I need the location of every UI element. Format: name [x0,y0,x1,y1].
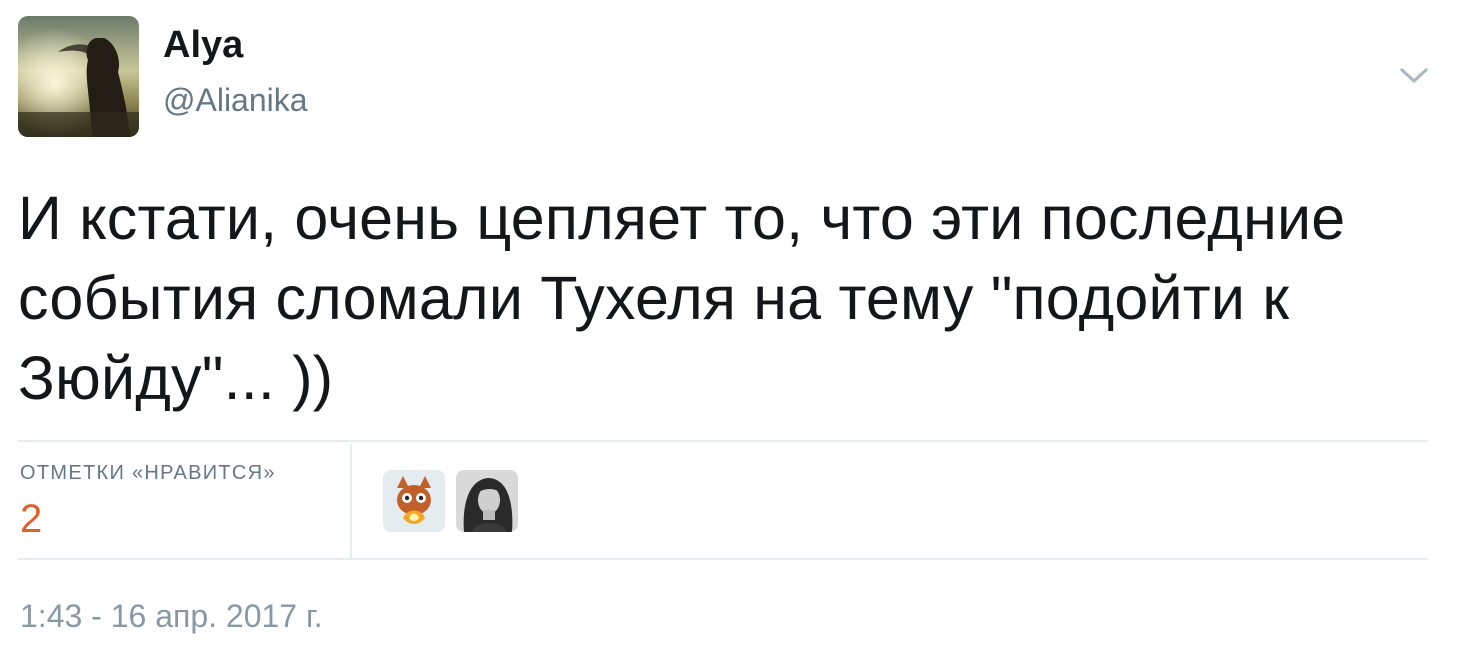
likes-count: 2 [20,497,43,541]
user-name[interactable]: Alya [163,22,243,68]
divider [18,558,1428,560]
tweet-card: Alya @Alianika И кстати, очень цепляет т… [0,0,1460,662]
liker-avatar[interactable] [456,470,518,532]
tweet-timestamp[interactable]: 1:43 - 16 апр. 2017 г. [20,596,323,636]
tweet-text: И кстати, очень цепляет то, что эти посл… [18,184,1346,412]
likes-label: ОТМЕТКИ «НРАВИТСЯ» [20,462,276,484]
tweet-header: Alya @Alianika [18,16,1438,138]
liker-avatar[interactable] [383,470,445,532]
user-avatar[interactable] [18,16,139,137]
tweet-stats: ОТМЕТКИ «НРАВИТСЯ» 2 [18,444,1428,560]
divider [18,440,1428,442]
likes-stat[interactable]: ОТМЕТКИ «НРАВИТСЯ» 2 [18,444,352,560]
chevron-down-icon[interactable] [1396,60,1432,90]
user-handle[interactable]: @Alianika [163,80,308,120]
